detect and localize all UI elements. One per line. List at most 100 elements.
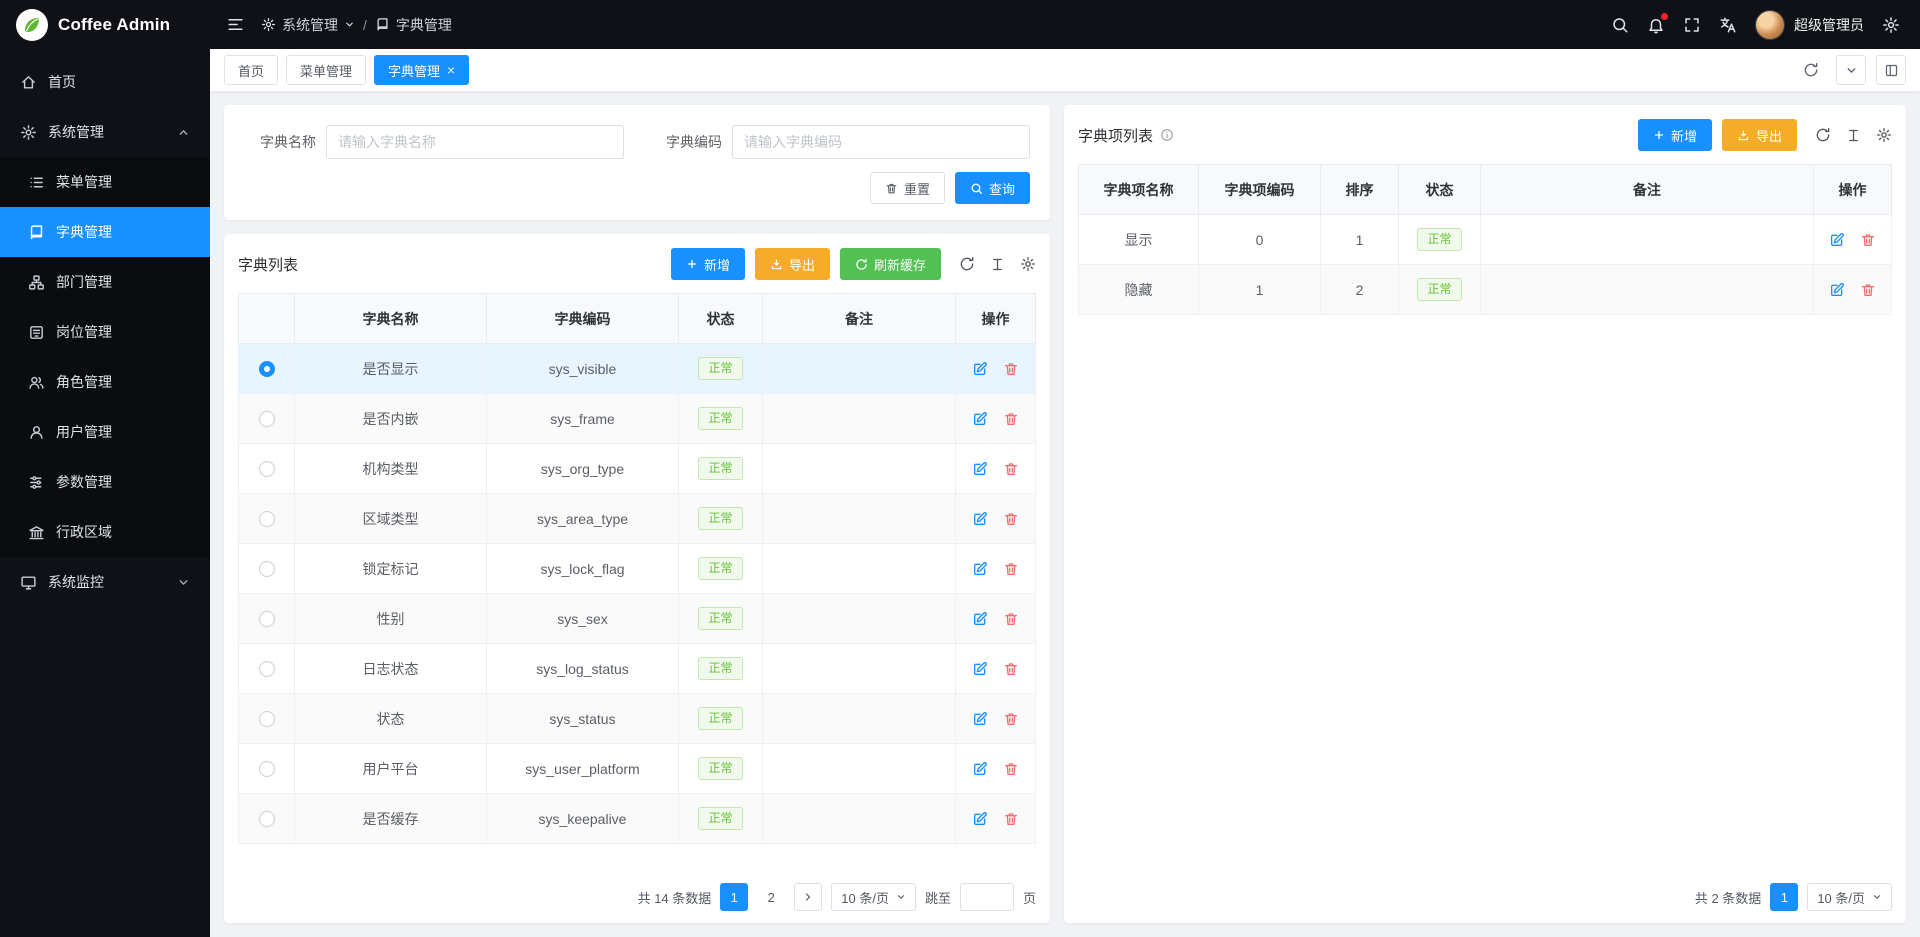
- delete-icon[interactable]: [1003, 611, 1019, 627]
- edit-icon[interactable]: [972, 511, 988, 527]
- delete-icon[interactable]: [1003, 411, 1019, 427]
- delete-icon[interactable]: [1003, 361, 1019, 377]
- tab-home[interactable]: 首页: [224, 55, 278, 85]
- breadcrumb-current[interactable]: 字典管理: [375, 15, 452, 35]
- radio-column-header: [239, 294, 295, 344]
- delete-icon[interactable]: [1860, 232, 1876, 248]
- refresh-icon[interactable]: [1815, 127, 1831, 143]
- reset-button[interactable]: 重置: [870, 172, 945, 204]
- refresh-tab-icon[interactable]: [1796, 55, 1826, 85]
- sidebar-item-region[interactable]: 行政区域: [0, 507, 210, 557]
- edit-icon[interactable]: [972, 761, 988, 777]
- edit-icon[interactable]: [972, 711, 988, 727]
- layout-icon[interactable]: [1876, 55, 1906, 85]
- sidebar-item-system[interactable]: 系统管理: [0, 107, 210, 157]
- row-radio[interactable]: [259, 711, 275, 727]
- export-item-button[interactable]: 导出: [1722, 119, 1797, 151]
- tab-dict-mgmt[interactable]: 字典管理 ×: [374, 55, 469, 85]
- row-radio[interactable]: [259, 561, 275, 577]
- dict-name-input[interactable]: [326, 125, 624, 159]
- sidebar-item-dict-mgmt[interactable]: 字典管理: [0, 207, 210, 257]
- table-row[interactable]: 用户平台 sys_user_platform 正常: [239, 744, 1036, 794]
- bell-icon[interactable]: [1647, 16, 1665, 34]
- sidebar-item-monitor[interactable]: 系统监控: [0, 557, 210, 607]
- dict-code-input[interactable]: [732, 125, 1030, 159]
- tab-close-icon[interactable]: ×: [447, 63, 455, 77]
- search-icon[interactable]: [1611, 16, 1629, 34]
- delete-icon[interactable]: [1003, 561, 1019, 577]
- add-item-button[interactable]: 新增: [1638, 119, 1712, 151]
- sidebar-item-post-mgmt[interactable]: 岗位管理: [0, 307, 210, 357]
- sidebar-item-menu-mgmt[interactable]: 菜单管理: [0, 157, 210, 207]
- info-icon[interactable]: [1160, 128, 1174, 142]
- status-badge: 正常: [698, 707, 742, 730]
- table-row[interactable]: 是否显示 sys_visible 正常: [239, 344, 1036, 394]
- table-row[interactable]: 是否缓存 sys_keepalive 正常: [239, 794, 1036, 844]
- settings-gear-icon[interactable]: [1882, 16, 1900, 34]
- table-row[interactable]: 区域类型 sys_area_type 正常: [239, 494, 1036, 544]
- row-radio[interactable]: [259, 411, 275, 427]
- refresh-cache-button[interactable]: 刷新缓存: [840, 248, 941, 280]
- row-radio[interactable]: [259, 361, 275, 377]
- menu-fold-icon[interactable]: [226, 15, 245, 34]
- edit-icon[interactable]: [972, 361, 988, 377]
- table-row[interactable]: 性别 sys_sex 正常: [239, 594, 1036, 644]
- edit-icon[interactable]: [972, 811, 988, 827]
- export-dict-button[interactable]: 导出: [755, 248, 830, 280]
- edit-icon[interactable]: [972, 461, 988, 477]
- fullscreen-icon[interactable]: [1683, 16, 1701, 34]
- row-radio[interactable]: [259, 661, 275, 677]
- delete-icon[interactable]: [1003, 461, 1019, 477]
- delete-icon[interactable]: [1003, 761, 1019, 777]
- export-label: 导出: [789, 255, 815, 274]
- translate-icon[interactable]: [1719, 16, 1737, 34]
- query-button[interactable]: 查询: [955, 172, 1030, 204]
- page-number-1[interactable]: 1: [1770, 883, 1798, 911]
- refresh-icon[interactable]: [959, 256, 975, 272]
- row-radio[interactable]: [259, 811, 275, 827]
- user-menu[interactable]: 超级管理员: [1755, 10, 1864, 40]
- tabs-menu-chevron-icon[interactable]: [1836, 55, 1866, 85]
- page-number-1[interactable]: 1: [720, 883, 748, 911]
- edit-icon[interactable]: [1829, 282, 1845, 298]
- dict-code-cell: sys_status: [487, 694, 679, 744]
- delete-icon[interactable]: [1003, 661, 1019, 677]
- sidebar-item-user-mgmt[interactable]: 用户管理: [0, 407, 210, 457]
- delete-icon[interactable]: [1860, 282, 1876, 298]
- edit-icon[interactable]: [1829, 232, 1845, 248]
- row-radio[interactable]: [259, 761, 275, 777]
- edit-icon[interactable]: [972, 661, 988, 677]
- sidebar-item-param-mgmt[interactable]: 参数管理: [0, 457, 210, 507]
- page-number-2[interactable]: 2: [757, 883, 785, 911]
- delete-icon[interactable]: [1003, 511, 1019, 527]
- edit-icon[interactable]: [972, 611, 988, 627]
- table-row[interactable]: 隐藏 1 2 正常: [1079, 265, 1892, 315]
- table-row[interactable]: 机构类型 sys_org_type 正常: [239, 444, 1036, 494]
- table-row[interactable]: 状态 sys_status 正常: [239, 694, 1036, 744]
- table-row[interactable]: 日志状态 sys_log_status 正常: [239, 644, 1036, 694]
- add-dict-button[interactable]: 新增: [671, 248, 745, 280]
- column-settings-icon[interactable]: [1846, 128, 1861, 143]
- table-gear-icon[interactable]: [1020, 256, 1036, 272]
- table-row[interactable]: 显示 0 1 正常: [1079, 215, 1892, 265]
- breadcrumb-root[interactable]: 系统管理: [261, 15, 355, 35]
- edit-icon[interactable]: [972, 561, 988, 577]
- next-page-button[interactable]: [794, 883, 822, 911]
- table-row[interactable]: 是否内嵌 sys_frame 正常: [239, 394, 1036, 444]
- row-radio[interactable]: [259, 611, 275, 627]
- sidebar-item-dept-mgmt[interactable]: 部门管理: [0, 257, 210, 307]
- tab-menu-mgmt[interactable]: 菜单管理: [286, 55, 366, 85]
- delete-icon[interactable]: [1003, 811, 1019, 827]
- row-radio[interactable]: [259, 511, 275, 527]
- table-row[interactable]: 锁定标记 sys_lock_flag 正常: [239, 544, 1036, 594]
- column-settings-icon[interactable]: [990, 257, 1005, 272]
- row-radio[interactable]: [259, 461, 275, 477]
- sidebar-item-role-mgmt[interactable]: 角色管理: [0, 357, 210, 407]
- delete-icon[interactable]: [1003, 711, 1019, 727]
- table-gear-icon[interactable]: [1876, 127, 1892, 143]
- sidebar-item-home[interactable]: 首页: [0, 57, 210, 107]
- jump-page-input[interactable]: [960, 883, 1014, 911]
- page-size-select[interactable]: 10 条/页: [831, 883, 916, 911]
- edit-icon[interactable]: [972, 411, 988, 427]
- page-size-select[interactable]: 10 条/页: [1807, 883, 1892, 911]
